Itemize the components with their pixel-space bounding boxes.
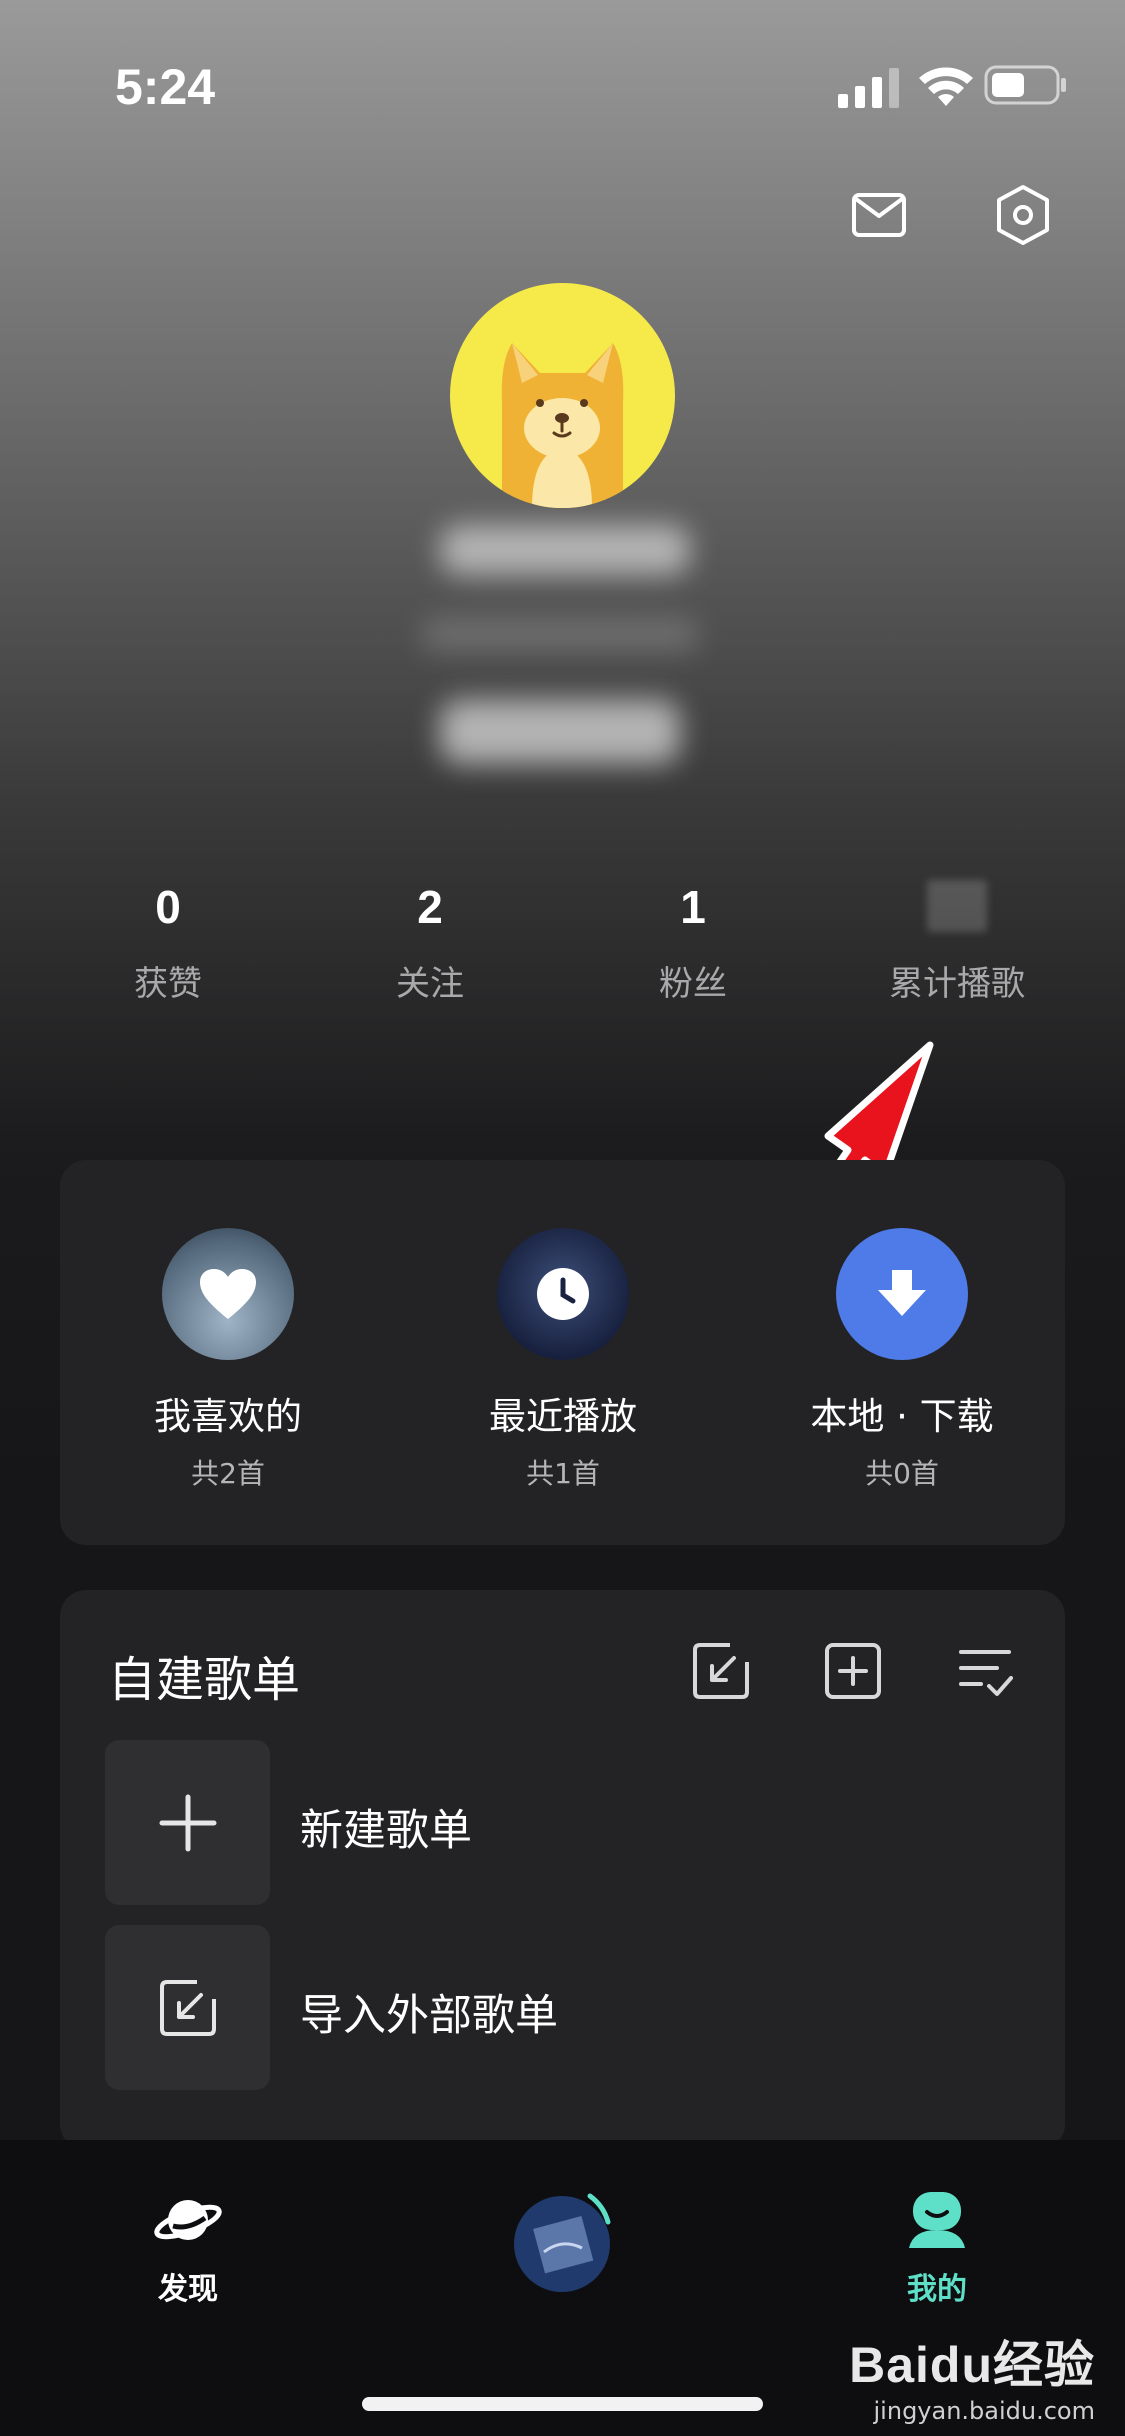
quick-item-recent[interactable]: 最近播放 共1首 [418, 1228, 708, 1492]
quick-item-title: 本地 · 下载 [810, 1395, 994, 1438]
quick-item-local-download[interactable]: 本地 · 下载 共0首 [757, 1228, 1047, 1492]
user-info-blurred [420, 618, 700, 652]
plus-icon [159, 1794, 216, 1851]
settings-gear-icon[interactable] [988, 180, 1058, 250]
tab-label: 发现 [158, 2272, 218, 2307]
stat-fans[interactable]: 1 粉丝 [593, 880, 793, 1005]
watermark-logo: Baidu经验 [849, 2337, 1095, 2393]
battery-icon [984, 65, 1066, 105]
recent-cover [497, 1228, 629, 1360]
quick-item-count: 共2首 [191, 1457, 265, 1490]
stat-following[interactable]: 2 关注 [330, 880, 530, 1005]
quick-item-liked[interactable]: 我喜欢的 共2首 [83, 1228, 373, 1492]
planet-icon [154, 2200, 222, 2240]
tab-label: 我的 [907, 2272, 967, 2307]
status-time: 5:24 [115, 59, 216, 115]
add-playlist-icon[interactable] [822, 1640, 884, 1702]
row-label: 导入外部歌单 [300, 1991, 558, 2041]
stat-value: 0 [155, 881, 181, 933]
download-cover [836, 1228, 968, 1360]
status-bar: 5:24 [0, 0, 1125, 150]
heart-icon [200, 1269, 256, 1319]
stat-label: 获赞 [134, 964, 202, 1004]
now-playing-cover [514, 2193, 611, 2292]
quick-item-count: 共0首 [865, 1457, 939, 1490]
quick-access-card: 我喜欢的 共2首 最近播放 共1首 本地 · 下载 共0首 [60, 1160, 1065, 1545]
mail-icon[interactable] [844, 180, 914, 250]
row-label: 新建歌单 [300, 1806, 472, 1856]
manage-list-icon[interactable] [955, 1640, 1017, 1702]
stat-label: 粉丝 [659, 964, 727, 1004]
avatar[interactable] [450, 283, 675, 508]
import-icon [159, 1979, 216, 2036]
stat-likes[interactable]: 0 获赞 [68, 880, 268, 1005]
cellular-signal-icon [838, 68, 899, 108]
liked-cover [162, 1228, 294, 1360]
now-playing-disc[interactable] [482, 2182, 642, 2306]
tab-discover[interactable]: 发现 [108, 2190, 268, 2308]
new-playlist-thumb [105, 1740, 270, 1905]
quick-item-title: 最近播放 [489, 1395, 637, 1438]
stat-label: 累计播歌 [889, 964, 1025, 1004]
playlists-section-title: 自建歌单 [108, 1652, 301, 1708]
user-profile-icon [909, 2192, 965, 2248]
wifi-icon [919, 67, 973, 106]
download-arrow-icon [878, 1270, 926, 1316]
stat-value: 1 [680, 881, 706, 933]
home-indicator[interactable] [362, 2397, 763, 2411]
playlists-card: 自建歌单 新建歌单 导入外部歌单 [60, 1590, 1065, 2150]
watermark-url: jingyan.baidu.com [873, 2397, 1095, 2425]
new-playlist-row[interactable]: 新建歌单 [105, 1740, 1020, 1905]
stat-total-plays[interactable]: 累计播歌 [857, 880, 1057, 1005]
profile-stats: 0 获赞 2 关注 1 粉丝 累计播歌 [0, 880, 1125, 1020]
stat-value-blurred [857, 880, 1057, 938]
stat-value: 2 [417, 881, 443, 933]
profile-tag-blurred[interactable] [440, 700, 680, 764]
import-playlist-icon[interactable] [690, 1640, 752, 1702]
stat-label: 关注 [396, 964, 464, 1004]
tab-mine[interactable]: 我的 [857, 2190, 1017, 2308]
baidu-jingyan-watermark: Baidu经验 jingyan.baidu.com [849, 2325, 1095, 2425]
quick-item-count: 共1首 [526, 1457, 600, 1490]
quick-item-title: 我喜欢的 [154, 1395, 302, 1438]
clock-icon [537, 1268, 589, 1320]
import-external-playlist-row[interactable]: 导入外部歌单 [105, 1925, 1020, 2090]
import-playlist-thumb [105, 1925, 270, 2090]
username-blurred [440, 525, 690, 575]
